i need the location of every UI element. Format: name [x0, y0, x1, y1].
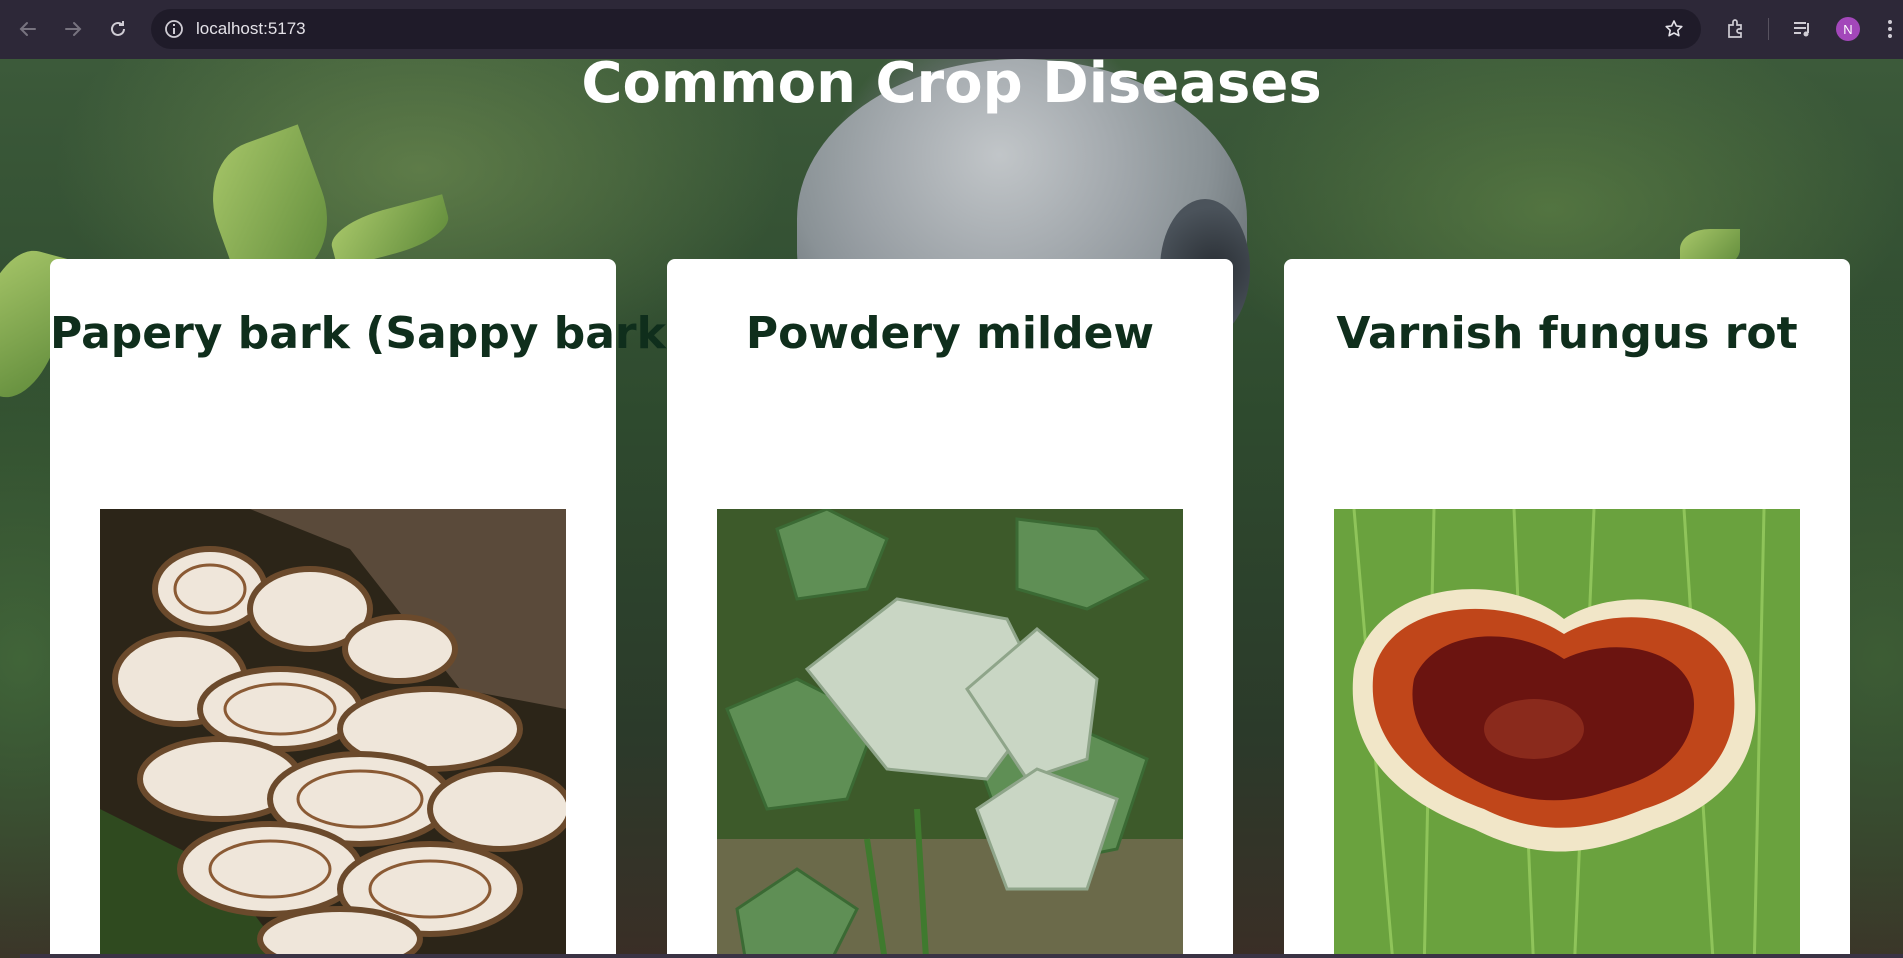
- horizontal-scrollbar[interactable]: [20, 954, 1903, 958]
- disease-card[interactable]: Varnish fungus rot: [1284, 259, 1850, 958]
- forward-icon[interactable]: [58, 14, 88, 44]
- star-icon[interactable]: [1663, 18, 1685, 40]
- disease-photo: [1334, 509, 1800, 958]
- disease-card[interactable]: Papery bark (Sappy bark): [50, 259, 687, 958]
- back-icon[interactable]: [13, 14, 43, 44]
- media-icon[interactable]: [1791, 17, 1815, 41]
- card-title: Papery bark (Sappy bark): [50, 308, 687, 359]
- toolbar-divider: [1768, 18, 1769, 40]
- card-title: Powdery mildew: [745, 308, 1155, 359]
- info-icon[interactable]: [163, 18, 185, 40]
- reload-icon[interactable]: [103, 14, 133, 44]
- card-title: Varnish fungus rot: [1336, 308, 1798, 359]
- disease-photo: [100, 509, 566, 958]
- disease-card[interactable]: Powdery mildew: [667, 259, 1233, 958]
- disease-photo: [717, 509, 1183, 958]
- extensions-icon[interactable]: [1724, 17, 1748, 41]
- browser-toolbar: localhost:5173 N: [0, 0, 1903, 59]
- url-text[interactable]: localhost:5173: [196, 18, 306, 40]
- menu-icon[interactable]: [1878, 17, 1902, 41]
- address-bar[interactable]: localhost:5173: [151, 9, 1701, 49]
- disease-card-list: Papery bark (Sappy bark) Powdery mildew …: [0, 59, 1903, 958]
- profile-avatar[interactable]: N: [1836, 17, 1860, 41]
- page-viewport: Common Crop Diseases Papery bark (Sappy …: [0, 59, 1903, 958]
